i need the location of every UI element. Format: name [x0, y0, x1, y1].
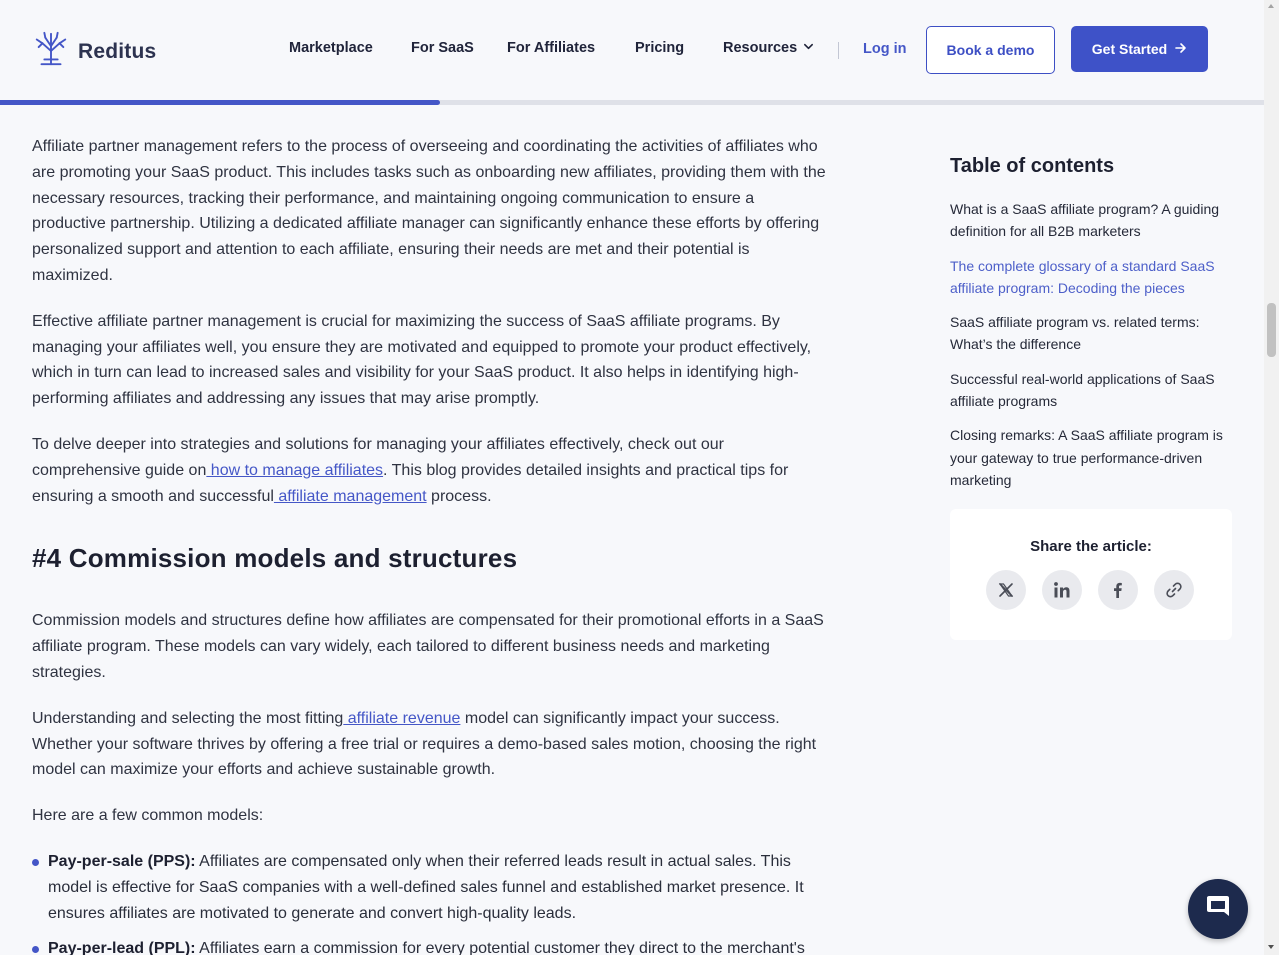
affiliate-revenue-link[interactable]: affiliate revenue: [343, 710, 461, 727]
tree-logo-icon: [32, 30, 70, 73]
arrow-right-icon: [1175, 41, 1187, 57]
get-started-label: Get Started: [1091, 41, 1168, 57]
paragraph: Affiliate partner management refers to t…: [32, 138, 826, 284]
scrollbar-thumb[interactable]: [1267, 303, 1276, 357]
site-header: Reditus Marketplace For SaaS For Affilia…: [0, 0, 1264, 100]
paragraph: Here are a few common models:: [32, 807, 264, 825]
x-icon[interactable]: [986, 570, 1026, 610]
share-title: Share the article:: [1030, 538, 1152, 555]
nav-marketplace[interactable]: Marketplace: [289, 40, 373, 56]
toc-title: Table of contents: [950, 155, 1115, 177]
list-item: Pay-per-sale (PPS): Affiliates are compe…: [32, 849, 832, 926]
get-started-button[interactable]: Get Started: [1071, 26, 1208, 72]
link-icon[interactable]: [1154, 570, 1194, 610]
scroll-up-arrow-icon[interactable]: [1268, 4, 1274, 8]
book-demo-label: Book a demo: [946, 42, 1035, 58]
list-item: Pay-per-lead (PPL): Affiliates earn a co…: [32, 936, 832, 955]
paragraph: Commission models and structures define …: [32, 612, 824, 681]
reading-progress-bar: [0, 100, 1264, 105]
nav-for-saas[interactable]: For SaaS: [411, 40, 474, 56]
logo[interactable]: Reditus: [32, 30, 156, 73]
bullet-dot: [32, 946, 39, 954]
paragraph-text: process.: [426, 487, 492, 505]
list-item-term: Pay-per-lead (PPL):: [48, 940, 196, 955]
facebook-icon[interactable]: [1098, 570, 1138, 610]
paragraph: Understanding and selecting the most fit…: [32, 706, 832, 783]
nav-for-affiliates[interactable]: For Affiliates: [507, 40, 595, 56]
brand-name: Reditus: [78, 39, 157, 63]
nav-pricing[interactable]: Pricing: [635, 40, 684, 56]
chevron-down-icon: [803, 40, 814, 56]
linkedin-icon[interactable]: [1042, 570, 1082, 610]
list-item-text: Affiliates earn a commission for every p…: [195, 940, 805, 955]
login-link[interactable]: Log in: [863, 41, 907, 57]
how-to-manage-affiliates-link[interactable]: how to manage affiliates: [206, 462, 383, 479]
page-scrollbar[interactable]: [1264, 0, 1279, 955]
toc-item[interactable]: Closing remarks: A SaaS affiliate progra…: [950, 424, 1232, 491]
list-item-term: Pay-per-sale (PPS):: [48, 852, 196, 870]
paragraph: To delve deeper into strategies and solu…: [32, 432, 832, 509]
nav-resources[interactable]: Resources: [723, 40, 814, 56]
paragraph-text: Understanding and selecting the most fit…: [32, 709, 344, 727]
nav-divider: [838, 42, 839, 59]
nav-resources-label: Resources: [723, 40, 798, 56]
article-body: Affiliate partner management refers to t…: [32, 134, 832, 955]
chat-widget-button[interactable]: [1188, 879, 1248, 939]
table-of-contents: Table of contents What is a SaaS affilia…: [950, 155, 1232, 503]
reading-progress-fill: [0, 100, 440, 105]
bullet-dot: [32, 858, 39, 866]
toc-item[interactable]: Successful real-world applications of Sa…: [950, 368, 1232, 413]
share-icons: [986, 570, 1194, 610]
chat-bubble-icon: [1203, 892, 1233, 927]
toc-item[interactable]: SaaS affiliate program vs. related terms…: [950, 311, 1232, 356]
toc-item-active[interactable]: The complete glossary of a standard SaaS…: [950, 255, 1232, 300]
share-card: Share the article:: [950, 509, 1232, 640]
affiliate-management-link[interactable]: affiliate management: [274, 488, 426, 505]
commission-models-list: Pay-per-sale (PPS): Affiliates are compe…: [32, 849, 832, 955]
section-heading: #4 Commission models and structures: [32, 543, 518, 574]
paragraph: Effective affiliate partner management i…: [32, 312, 812, 408]
toc-item[interactable]: What is a SaaS affiliate program? A guid…: [950, 198, 1232, 243]
scroll-down-arrow-icon[interactable]: [1268, 945, 1274, 949]
book-demo-button[interactable]: Book a demo: [926, 26, 1055, 74]
